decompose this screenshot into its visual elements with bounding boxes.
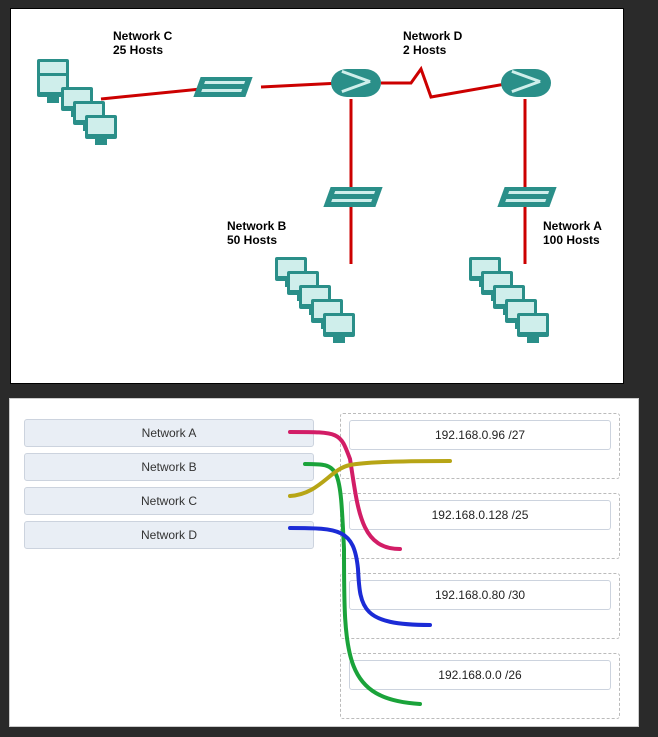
target-slot-3[interactable]: 192.168.0.80 /30 [340, 573, 620, 639]
matching-panel: Network A Network B Network C Network D … [9, 398, 639, 727]
network-c-title: Network C [113, 29, 172, 43]
network-c-hosts: 25 Hosts [113, 43, 172, 57]
pc-group-b [275, 257, 355, 347]
network-b-label: Network B 50 Hosts [227, 219, 286, 248]
target-slot-4[interactable]: 192.168.0.0 /26 [340, 653, 620, 719]
switch-icon [193, 77, 252, 97]
matching-target-list: 192.168.0.96 /27 192.168.0.128 /25 192.1… [340, 413, 620, 733]
source-network-d[interactable]: Network D [24, 521, 314, 549]
switch-icon [497, 187, 556, 207]
network-d-title: Network D [403, 29, 462, 43]
subnet-option[interactable]: 192.168.0.128 /25 [349, 500, 611, 530]
router-icon [501, 69, 551, 97]
pc-group-a [469, 257, 549, 347]
subnet-option[interactable]: 192.168.0.80 /30 [349, 580, 611, 610]
router-icon [331, 69, 381, 97]
network-d-hosts: 2 Hosts [403, 43, 462, 57]
network-a-title: Network A [543, 219, 602, 233]
pc-group-c [37, 59, 117, 149]
network-b-hosts: 50 Hosts [227, 233, 286, 247]
matching-source-list: Network A Network B Network C Network D [24, 419, 314, 555]
network-c-label: Network C 25 Hosts [113, 29, 172, 58]
topology-panel: Network C 25 Hosts Network D 2 Hosts Net… [10, 8, 624, 384]
subnet-option[interactable]: 192.168.0.0 /26 [349, 660, 611, 690]
source-network-a[interactable]: Network A [24, 419, 314, 447]
source-network-b[interactable]: Network B [24, 453, 314, 481]
network-b-title: Network B [227, 219, 286, 233]
target-slot-2[interactable]: 192.168.0.128 /25 [340, 493, 620, 559]
target-slot-1[interactable]: 192.168.0.96 /27 [340, 413, 620, 479]
network-d-label: Network D 2 Hosts [403, 29, 462, 58]
subnet-option[interactable]: 192.168.0.96 /27 [349, 420, 611, 450]
network-a-label: Network A 100 Hosts [543, 219, 602, 248]
source-network-c[interactable]: Network C [24, 487, 314, 515]
network-a-hosts: 100 Hosts [543, 233, 602, 247]
switch-icon [323, 187, 382, 207]
